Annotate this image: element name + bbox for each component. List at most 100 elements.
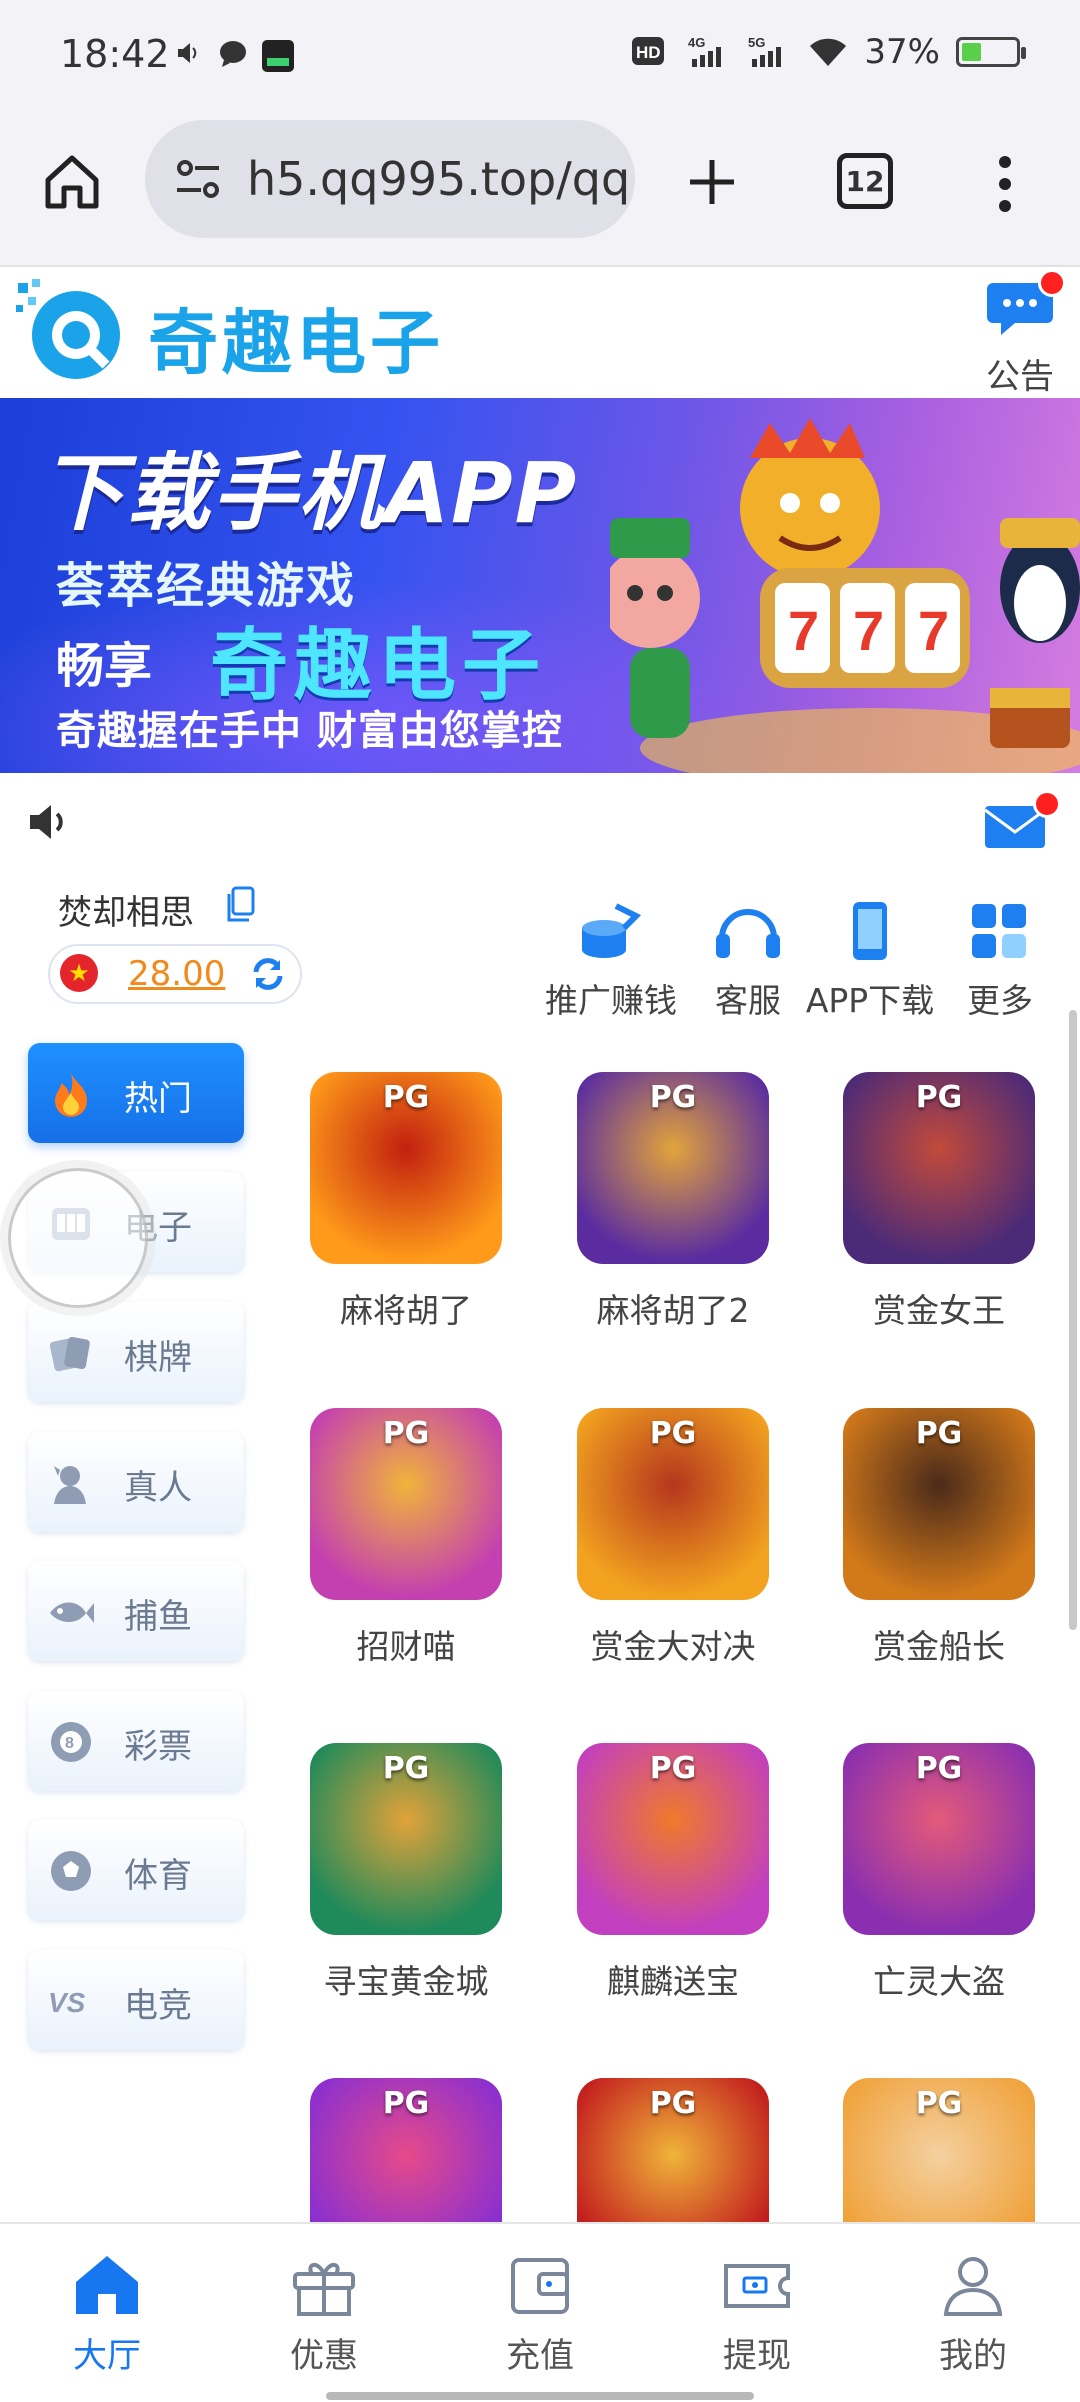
quick-action-label: 客服 [715,981,781,1020]
svg-text:HD: HD [636,43,661,62]
logo-icon [16,279,120,379]
quick-action-app-download[interactable]: APP下载 [805,900,935,1022]
game-name: 寻宝黄金城 [323,1962,489,2001]
status-indicators: HD 4G 5G 37% [632,32,1026,72]
game-name: 亡灵大盗 [873,1962,1005,2001]
game-thumbnail[interactable]: PG [310,1408,502,1600]
gesture-home-indicator[interactable] [326,2392,754,2400]
game-name: 麒麟送宝 [607,1962,739,2001]
copy-icon[interactable] [225,886,255,924]
svg-text:5G: 5G [748,35,765,50]
notice-badge [1038,269,1066,297]
category-cards[interactable]: 棋牌 [28,1302,244,1402]
game-thumbnail[interactable]: PG [310,1072,502,1264]
floating-assistant-button[interactable] [8,1168,148,1308]
quick-action-promote[interactable]: 推广赚钱 [545,900,677,1022]
category-fishing[interactable]: 捕鱼 [28,1561,244,1661]
vs-icon: VS [48,1987,86,2018]
category-label: 热门 [124,1079,192,1119]
url-text[interactable]: h5.qq995.top/qq/ [247,152,627,206]
notice-label: 公告 [986,357,1054,397]
provider-badge: PG [649,2086,697,2121]
nav-profile[interactable]: 我的 [913,2252,1033,2377]
game-thumbnail[interactable]: PG [577,1072,769,1264]
provider-badge: PG [649,1080,697,1115]
game-card[interactable]: PG 麻将胡了 [310,1072,502,1332]
nav-promotions[interactable]: 优惠 [264,2252,384,2377]
provider-badge: PG [382,1751,430,1786]
svg-text:VS: VS [48,1987,86,2018]
bottom-navigation: 大厅 优惠 充值 提现 我的 [0,2222,1080,2402]
phone-icon [853,902,887,960]
username: 焚却相思 [58,893,194,933]
announcement-speaker-icon[interactable] [26,800,70,844]
nav-withdraw[interactable]: 提现 [697,2252,817,2377]
wifi-icon [810,38,847,66]
tab-switcher-button[interactable]: 12 [837,153,893,209]
new-tab-icon[interactable] [680,150,744,214]
category-sports[interactable]: 体育 [28,1820,244,1920]
browser-home-icon[interactable] [40,150,104,214]
game-thumbnail[interactable]: PG [310,1743,502,1935]
svg-text:4G: 4G [688,35,705,50]
lottery-ball-icon: 8 [51,1722,91,1762]
promo-banner[interactable]: 下载手机APP 荟萃经典游戏 畅享 奇趣电子 奇趣握在手中 财富由您掌控 7 7… [0,398,1080,773]
provider-badge: PG [915,1416,963,1451]
game-card[interactable]: PG 麻将胡了2 [577,1072,769,1332]
nav-label: 我的 [939,2336,1007,2376]
gift-icon [293,2263,355,2316]
signal-4g-icon: 4G [688,35,722,67]
logo-text: 奇趣电子 [148,302,444,384]
soccer-ball-icon [51,1851,91,1891]
battery-level [962,43,981,61]
category-hot[interactable]: 热门 [28,1043,244,1143]
category-esports[interactable]: VS 电竞 [28,1950,244,2050]
game-card[interactable]: PG 赏金女王 [843,1072,1035,1332]
provider-badge: PG [915,2086,963,2121]
cards-icon [49,1336,90,1372]
page-scrollbar[interactable] [1069,1010,1077,1630]
app-badge-icon [262,40,294,72]
category-label: 体育 [124,1856,192,1896]
home-icon [76,2256,138,2314]
provider-badge: PG [915,1080,963,1115]
mail-button[interactable] [984,790,1061,850]
fire-icon [55,1073,87,1117]
category-lottery[interactable]: 8 彩票 [28,1691,244,1791]
game-thumbnail[interactable]: PG [843,1743,1035,1935]
fish-icon [50,1602,94,1623]
status-time: 18:42 [60,32,170,76]
provider-badge: PG [649,1416,697,1451]
battery-percent: 37% [864,32,940,72]
quick-action-more[interactable]: 更多 [960,900,1040,1022]
provider-badge: PG [649,1751,697,1786]
withdraw-icon [724,2264,790,2308]
site-settings-icon[interactable] [171,152,225,206]
signal-5g-icon: 5G [748,35,782,67]
quick-action-support[interactable]: 客服 [710,900,786,1022]
game-card[interactable]: PG 亡灵大盗 [843,1743,1035,2003]
game-thumbnail[interactable]: PG [577,1743,769,1935]
more-menu-icon[interactable] [990,152,1020,216]
game-thumbnail[interactable]: PG [843,1408,1035,1600]
game-card[interactable]: PG 寻宝黄金城 [310,1743,502,2003]
game-thumbnail[interactable]: PG [577,1408,769,1600]
svg-text:8: 8 [65,1735,74,1752]
refresh-icon[interactable] [250,956,286,992]
game-name: 麻将胡了 [340,1291,472,1330]
browser-toolbar: h5.qq995.top/qq/ 12 [0,110,1080,267]
game-card[interactable]: PG 赏金船长 [843,1408,1035,1668]
balance-value[interactable]: 28.00 [128,954,225,994]
game-thumbnail[interactable]: PG [843,1072,1035,1264]
notice-button[interactable]: 公告 [980,269,1066,397]
game-card[interactable]: PG 赏金大对决 [577,1408,769,1668]
game-card[interactable]: PG 招财喵 [310,1408,502,1668]
category-live[interactable]: 真人 [28,1432,244,1532]
nav-lobby[interactable]: 大厅 [47,2252,167,2377]
category-label: 电竞 [124,1986,192,2026]
nav-deposit[interactable]: 充值 [480,2252,600,2377]
address-bar[interactable]: h5.qq995.top/qq/ [145,120,635,238]
nav-label: 充值 [506,2336,574,2376]
game-card[interactable]: PG 麒麟送宝 [577,1743,769,2003]
wallet-icon [511,2258,569,2314]
